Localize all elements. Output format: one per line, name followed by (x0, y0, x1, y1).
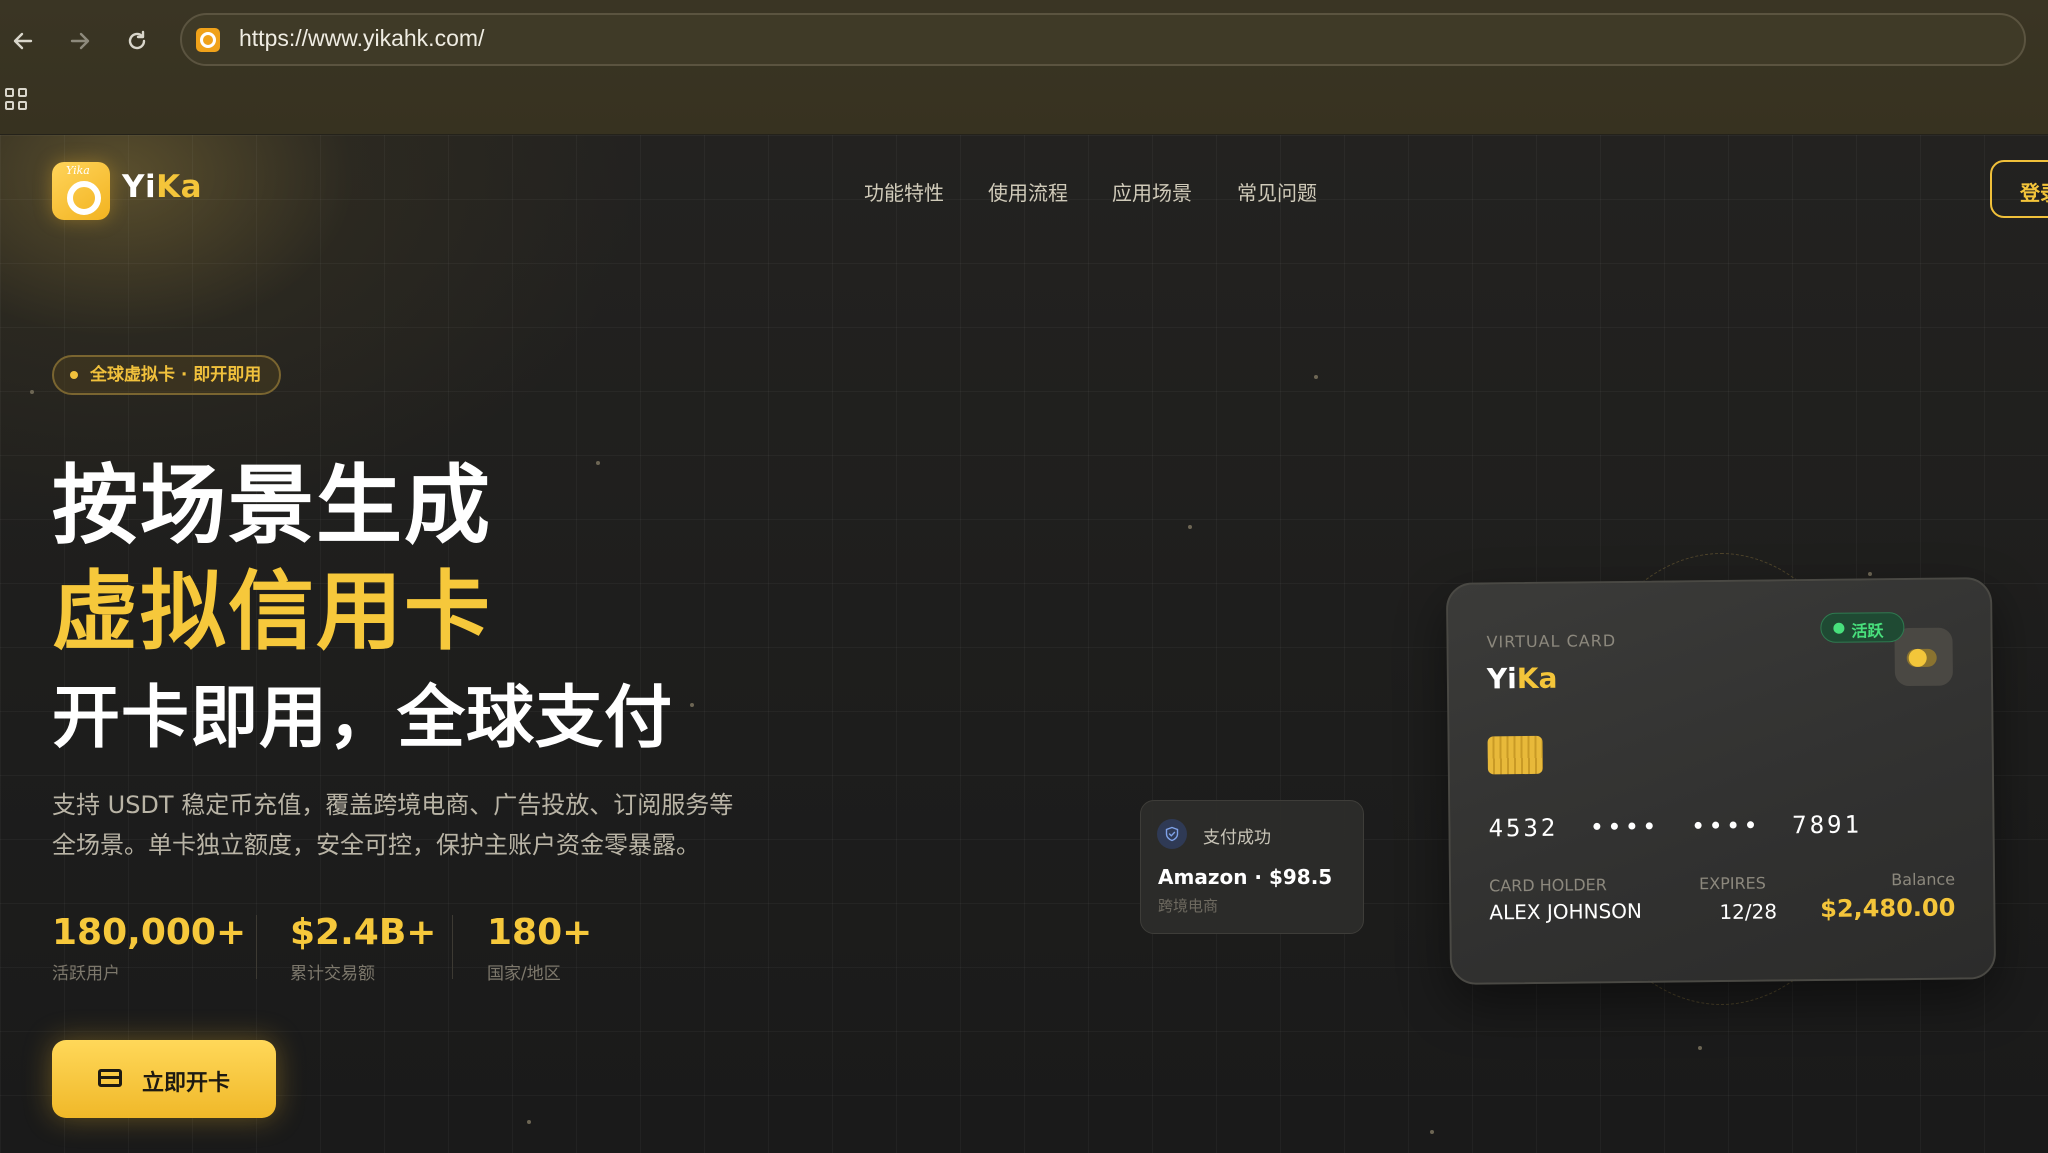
payment-amount: Amazon · $98.5 (1158, 865, 1333, 889)
back-button[interactable] (4, 22, 42, 60)
address-bar[interactable]: https://www.yikahk.com/ (180, 13, 2026, 66)
hero-description-line2: 全场景。单卡独立额度，安全可控，保护主账户资金零暴露。 (52, 831, 700, 859)
decor-dot (30, 390, 34, 394)
card-expires-label: EXPIRES (1698, 873, 1766, 894)
decor-dot (527, 1120, 531, 1124)
card-brand: YiKa (1486, 661, 1558, 696)
card-number: 4532 •••• •••• 7891 (1488, 810, 1863, 843)
card-status-badge: 活跃 (1820, 612, 1905, 643)
stat-users-value: 180,000+ (52, 912, 247, 953)
hero-description-line1: 支持 USDT 稳定币充值，覆盖跨境电商、广告投放、订阅服务等 (52, 791, 734, 819)
stat-divider (256, 915, 257, 979)
credit-card-icon (98, 1069, 122, 1087)
decor-dot (1188, 525, 1192, 529)
payment-status: 支付成功 (1203, 828, 1271, 848)
toggle-icon (1894, 627, 1954, 687)
decor-dot (1430, 1130, 1434, 1134)
reload-icon (128, 30, 146, 50)
virtual-card: VIRTUAL CARD YiKa 活跃 4532 •••• •••• 7891… (1445, 577, 1997, 985)
card-holder-label: CARD HOLDER (1488, 875, 1607, 896)
stat-countries-value: 180+ (487, 912, 593, 953)
nav-process[interactable]: 使用流程 (988, 177, 1068, 206)
logo-ring-icon (67, 181, 101, 215)
card-balance-value: $2,480.00 (1820, 893, 1956, 923)
arrow-right-icon (70, 32, 90, 50)
url-text[interactable]: https://www.yikahk.com/ (239, 25, 484, 52)
forward-button[interactable] (61, 22, 99, 60)
decor-dot (596, 461, 600, 465)
browser-toolbar: https://www.yikahk.com/ (0, 0, 2048, 135)
open-card-button[interactable]: 立即开卡 (52, 1040, 276, 1118)
login-button[interactable]: 登录 (1990, 160, 2048, 218)
nav-scenarios[interactable]: 应用场景 (1112, 177, 1192, 206)
payment-category: 跨境电商 (1158, 897, 1219, 915)
logo-wordmark: Yika (66, 164, 90, 177)
stat-countries-label: 国家/地区 (487, 964, 561, 984)
brand-name[interactable]: YiKa (122, 169, 202, 205)
stat-volume-value: $2.4B+ (290, 912, 437, 953)
decor-dot (1868, 572, 1872, 576)
shield-check-icon (1157, 819, 1187, 849)
decor-dot (1314, 375, 1318, 379)
card-expires-value: 12/28 (1719, 899, 1778, 925)
card-holder-name: ALEX JOHNSON (1489, 898, 1643, 925)
arrow-left-icon (13, 32, 33, 50)
card-balance-label: Balance (1891, 869, 1956, 890)
decor-dot (690, 703, 694, 707)
web-page: Yika YiKa 功能特性 使用流程 应用场景 常见问题 登录 全球虚拟卡 ·… (0, 135, 2048, 1153)
hero-badge: 全球虚拟卡 · 即开即用 (52, 355, 282, 395)
stat-divider (452, 915, 453, 979)
decor-dot (1698, 1046, 1702, 1050)
stat-users-label: 活跃用户 (52, 964, 120, 984)
open-card-label: 立即开卡 (142, 1071, 231, 1096)
card-type-label: VIRTUAL CARD (1486, 631, 1617, 652)
nav-faq[interactable]: 常见问题 (1237, 177, 1317, 206)
payment-notification: 支付成功 Amazon · $98.5 跨境电商 (1140, 800, 1364, 934)
reload-button[interactable] (118, 22, 156, 60)
site-favicon-icon (196, 28, 220, 52)
card-chip-icon (1487, 735, 1543, 775)
nav-features[interactable]: 功能特性 (864, 177, 944, 206)
hero-subtitle: 开卡即用，全球支付 (52, 679, 674, 758)
apps-grid-icon[interactable] (5, 88, 27, 110)
logo[interactable]: Yika (52, 162, 110, 220)
hero-title-line2: 虚拟信用卡 (52, 562, 492, 662)
stat-volume-label: 累计交易额 (290, 964, 375, 984)
